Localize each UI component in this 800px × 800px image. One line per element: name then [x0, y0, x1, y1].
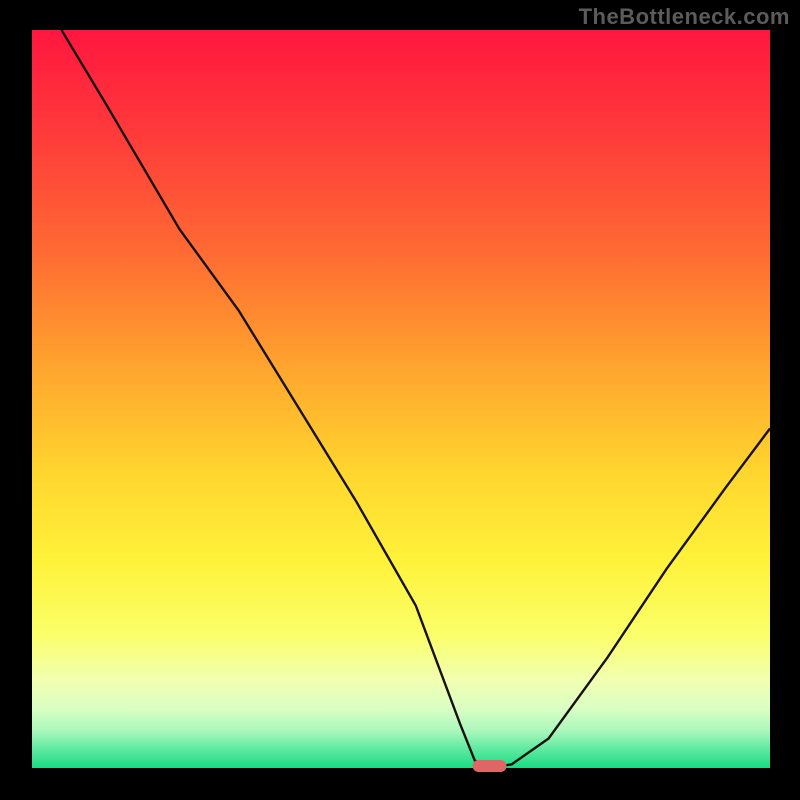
- optimal-marker: [473, 760, 507, 772]
- chart-container: TheBottleneck.com: [0, 0, 800, 800]
- bottleneck-chart: [0, 0, 800, 800]
- watermark-text: TheBottleneck.com: [579, 4, 790, 30]
- plot-area: [32, 30, 770, 768]
